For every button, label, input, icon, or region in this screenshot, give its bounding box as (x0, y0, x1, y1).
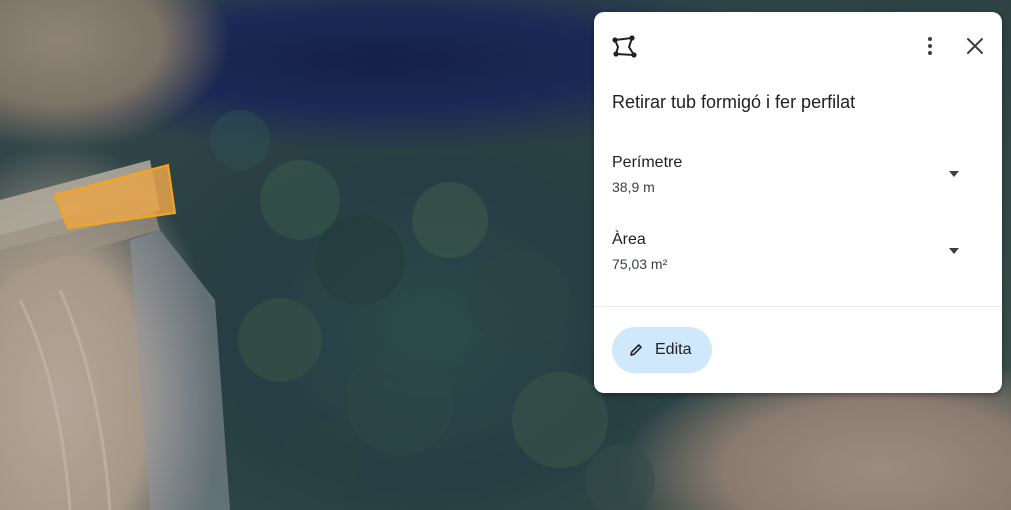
close-icon[interactable] (964, 34, 986, 58)
more-options-icon[interactable] (920, 34, 940, 58)
edit-button[interactable]: Edita (612, 327, 712, 373)
caret-down-icon[interactable] (948, 246, 960, 256)
area-label: Àrea (612, 231, 646, 248)
polygon-shape-icon (612, 35, 637, 58)
perimeter-row[interactable]: Perímetre 38,9 m (612, 154, 972, 200)
perimeter-value: 38,9 m (612, 179, 655, 195)
area-value: 75,03 m² (612, 256, 668, 272)
caret-down-icon[interactable] (948, 169, 960, 179)
perimeter-label: Perímetre (612, 154, 683, 171)
shape-title: Retirar tub formigó i fer perfilat (612, 92, 856, 112)
divider (594, 306, 1002, 307)
area-row[interactable]: Àrea 75,03 m² (612, 231, 972, 277)
pencil-icon (630, 344, 642, 356)
edit-button-label: Edita (655, 341, 692, 358)
measurement-panel: Retirar tub formigó i fer perfilat Perím… (594, 12, 1002, 393)
